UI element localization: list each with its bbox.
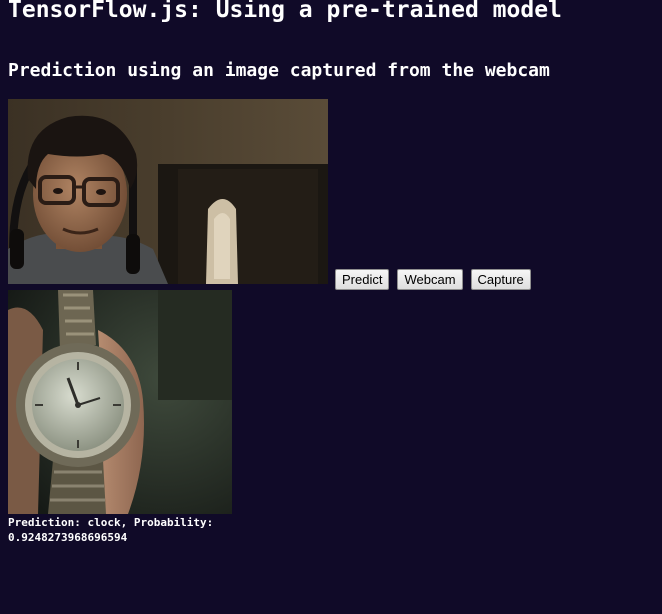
prediction-result: Prediction: clock, Probability: 0.924827…: [8, 516, 214, 544]
page: TensorFlow.js: Using a pre-trained model…: [0, 0, 662, 614]
control-buttons: Predict Webcam Capture: [335, 269, 531, 290]
page-title: TensorFlow.js: Using a pre-trained model: [8, 0, 562, 23]
wristwatch-icon: [8, 290, 232, 514]
predict-button[interactable]: Predict: [335, 269, 390, 290]
capture-button[interactable]: Capture: [470, 269, 531, 290]
webcam-button[interactable]: Webcam: [397, 269, 463, 290]
captured-image: [8, 290, 232, 514]
webcam-person-icon: [8, 99, 328, 284]
page-subtitle: Prediction using an image captured from …: [8, 60, 550, 81]
webcam-video: [8, 99, 328, 284]
